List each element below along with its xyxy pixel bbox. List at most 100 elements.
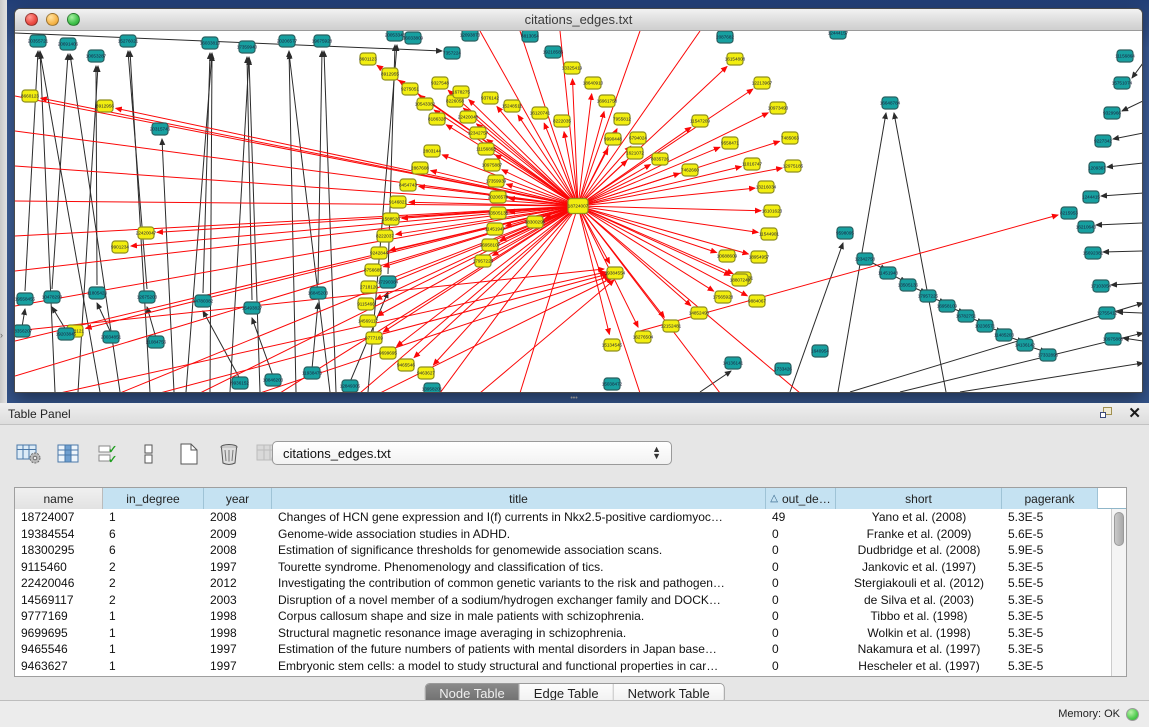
graph-node-yellow[interactable]: 18300295 [525, 216, 546, 228]
graph-node-teal[interactable]: 12444157 [828, 31, 849, 39]
graph-node-teal[interactable]: 12342758 [855, 253, 876, 265]
graph-node-yellow[interactable]: 13505135 [488, 207, 509, 219]
graph-node-yellow[interactable]: 2867608 [411, 162, 429, 174]
graph-node-teal[interactable]: 21084756 [146, 336, 167, 348]
graph-edge-red[interactable] [280, 206, 578, 393]
collapse-panel-arrow-icon[interactable]: › [0, 330, 3, 340]
graph-node-teal[interactable]: 15751074 [1112, 77, 1133, 89]
graph-hub-node[interactable]: 18724007 [568, 199, 589, 214]
graph-node-yellow[interactable]: 12213967 [752, 77, 773, 89]
graph-edge-black[interactable] [25, 51, 38, 291]
graph-node-teal[interactable]: 1640954 [811, 345, 829, 357]
graph-node-teal[interactable]: 18356207 [15, 325, 33, 337]
graph-node-yellow[interactable]: 17565928 [713, 291, 734, 303]
graph-edge-black[interactable] [1122, 101, 1142, 111]
column-header-out_de[interactable]: △out_de… [766, 488, 836, 509]
graph-node-teal[interactable]: 14136142 [1015, 339, 1036, 351]
column-header-short[interactable]: short [836, 488, 1002, 509]
window-titlebar[interactable]: citations_edges.txt [15, 9, 1142, 31]
graph-edge-black[interactable] [960, 363, 1142, 392]
graph-node-teal[interactable]: 19218586 [543, 46, 564, 58]
graph-node-teal[interactable]: 11485203 [994, 329, 1015, 341]
graph-node-teal[interactable]: 15276021 [118, 35, 139, 47]
graph-edge-red[interactable] [578, 206, 717, 253]
graph-node-yellow[interactable]: 9463627 [417, 367, 435, 379]
graph-node-yellow[interactable]: 9901234 [111, 241, 129, 253]
graph-node-yellow[interactable]: 9990448 [604, 133, 622, 145]
graph-node-yellow[interactable]: 1621072 [626, 147, 644, 159]
graph-edge-black[interactable] [1117, 312, 1142, 313]
graph-node-teal[interactable]: 17359940 [237, 41, 258, 53]
table-row[interactable]: 1872400712008Changes of HCN gene express… [15, 509, 1111, 526]
graph-edge-red[interactable] [578, 206, 730, 275]
graph-node-teal[interactable]: 11805423 [87, 287, 108, 299]
graph-node-teal[interactable]: 13505136 [898, 279, 919, 291]
graph-node-yellow[interactable]: 2803144 [423, 145, 441, 157]
graph-node-teal[interactable]: 12849305 [340, 380, 361, 392]
graph-node-yellow[interactable]: 18807249 [730, 274, 751, 286]
graph-node-teal[interactable]: 15692381 [1083, 247, 1104, 259]
graph-node-teal[interactable]: 7357224 [443, 47, 461, 59]
graph-node-yellow[interactable]: 12975185 [783, 160, 804, 172]
graph-node-teal[interactable]: 9329966 [1103, 107, 1121, 119]
graph-node-teal[interactable]: 16033810 [200, 37, 221, 49]
graph-node-yellow[interactable]: 1588520 [382, 213, 400, 225]
graph-node-teal[interactable]: 20355721 [28, 35, 49, 47]
graph-node-yellow[interactable]: 13216034 [756, 181, 777, 193]
graph-edge-black[interactable] [1123, 338, 1142, 341]
graph-edge-black[interactable] [894, 113, 946, 392]
graph-node-teal[interactable]: 20206577 [277, 35, 298, 47]
scrollbar-thumb[interactable] [1114, 512, 1124, 546]
graph-node-teal[interactable]: 19558455 [15, 293, 36, 305]
table-row[interactable]: 946554611997Estimation of the future num… [15, 641, 1111, 658]
delete-table-button[interactable] [214, 440, 244, 468]
table-row[interactable]: 1938455462009Genome-wide association stu… [15, 526, 1111, 543]
table-vertical-scrollbar[interactable] [1111, 509, 1126, 676]
graph-node-yellow[interactable]: 8912956 [96, 100, 114, 112]
graph-node-yellow[interactable]: 8222037 [376, 230, 394, 242]
table-row[interactable]: 911546021997Tourette syndrome. Phenomeno… [15, 559, 1111, 576]
graph-node-teal[interactable]: 1733426 [774, 363, 792, 375]
graph-node-yellow[interactable]: 9146821 [389, 196, 407, 208]
graph-node-yellow[interactable]: 11544901 [759, 228, 780, 240]
close-window-button[interactable] [25, 13, 38, 26]
graph-node-yellow[interactable]: 7485063 [781, 132, 799, 144]
graph-node-yellow[interactable]: 10543382 [415, 98, 436, 110]
column-header-title[interactable]: title [272, 488, 766, 509]
create-table-button[interactable] [174, 440, 204, 468]
graph-node-teal[interactable]: 1244415 [1082, 191, 1100, 203]
graph-node-yellow[interactable]: 18954957 [749, 251, 770, 263]
graph-edge-black[interactable] [318, 51, 322, 285]
graph-node-teal[interactable]: 17103054 [1091, 280, 1112, 292]
graph-edge-black[interactable] [790, 243, 843, 392]
graph-node-teal[interactable]: 9936152 [231, 377, 249, 389]
graph-node-yellow[interactable]: 9884067 [748, 295, 766, 307]
column-header-name[interactable]: name [15, 488, 103, 509]
graph-node-yellow[interactable]: 9115460 [357, 298, 375, 310]
graph-edge-black[interactable] [203, 53, 210, 293]
graph-node-yellow[interactable]: 16961758 [597, 95, 618, 107]
graph-node-teal[interactable]: 16782751 [956, 310, 977, 322]
network-canvas[interactable]: 8601123891295592750511054338281863282803… [15, 31, 1142, 392]
graph-node-teal[interactable]: 2087682 [716, 31, 734, 43]
graph-node-yellow[interactable]: 12342757 [468, 127, 489, 139]
graph-node-teal[interactable]: 10846203 [263, 374, 284, 386]
graph-node-yellow[interactable]: 18640910 [583, 77, 604, 89]
graph-node-teal[interactable]: 11451948 [878, 267, 899, 279]
column-header-in_degree[interactable]: in_degree [103, 488, 204, 509]
table-row[interactable]: 946362711997Embryonic stem cells: a mode… [15, 658, 1111, 675]
graph-node-yellow[interactable]: 9465546 [397, 359, 415, 371]
graph-node-teal[interactable]: 16033809 [403, 32, 424, 44]
graph-node-yellow[interactable]: 16958107 [480, 239, 501, 251]
graph-node-yellow[interactable]: 16101623 [762, 205, 783, 217]
graph-node-teal[interactable]: 14780382 [193, 295, 214, 307]
graph-node-yellow[interactable]: 20206576 [488, 191, 509, 203]
graph-node-yellow[interactable]: 8660123 [21, 90, 39, 102]
graph-edge-black[interactable] [210, 55, 212, 392]
graph-node-yellow[interactable]: 15248511 [502, 100, 523, 112]
graph-edge-black[interactable] [78, 66, 98, 392]
graph-edge-red[interactable] [578, 206, 638, 327]
graph-node-yellow[interactable]: 9558471 [721, 137, 739, 149]
graph-node-teal[interactable]: 10653287 [86, 50, 107, 62]
graph-node-teal[interactable]: 1209387 [1088, 162, 1106, 174]
